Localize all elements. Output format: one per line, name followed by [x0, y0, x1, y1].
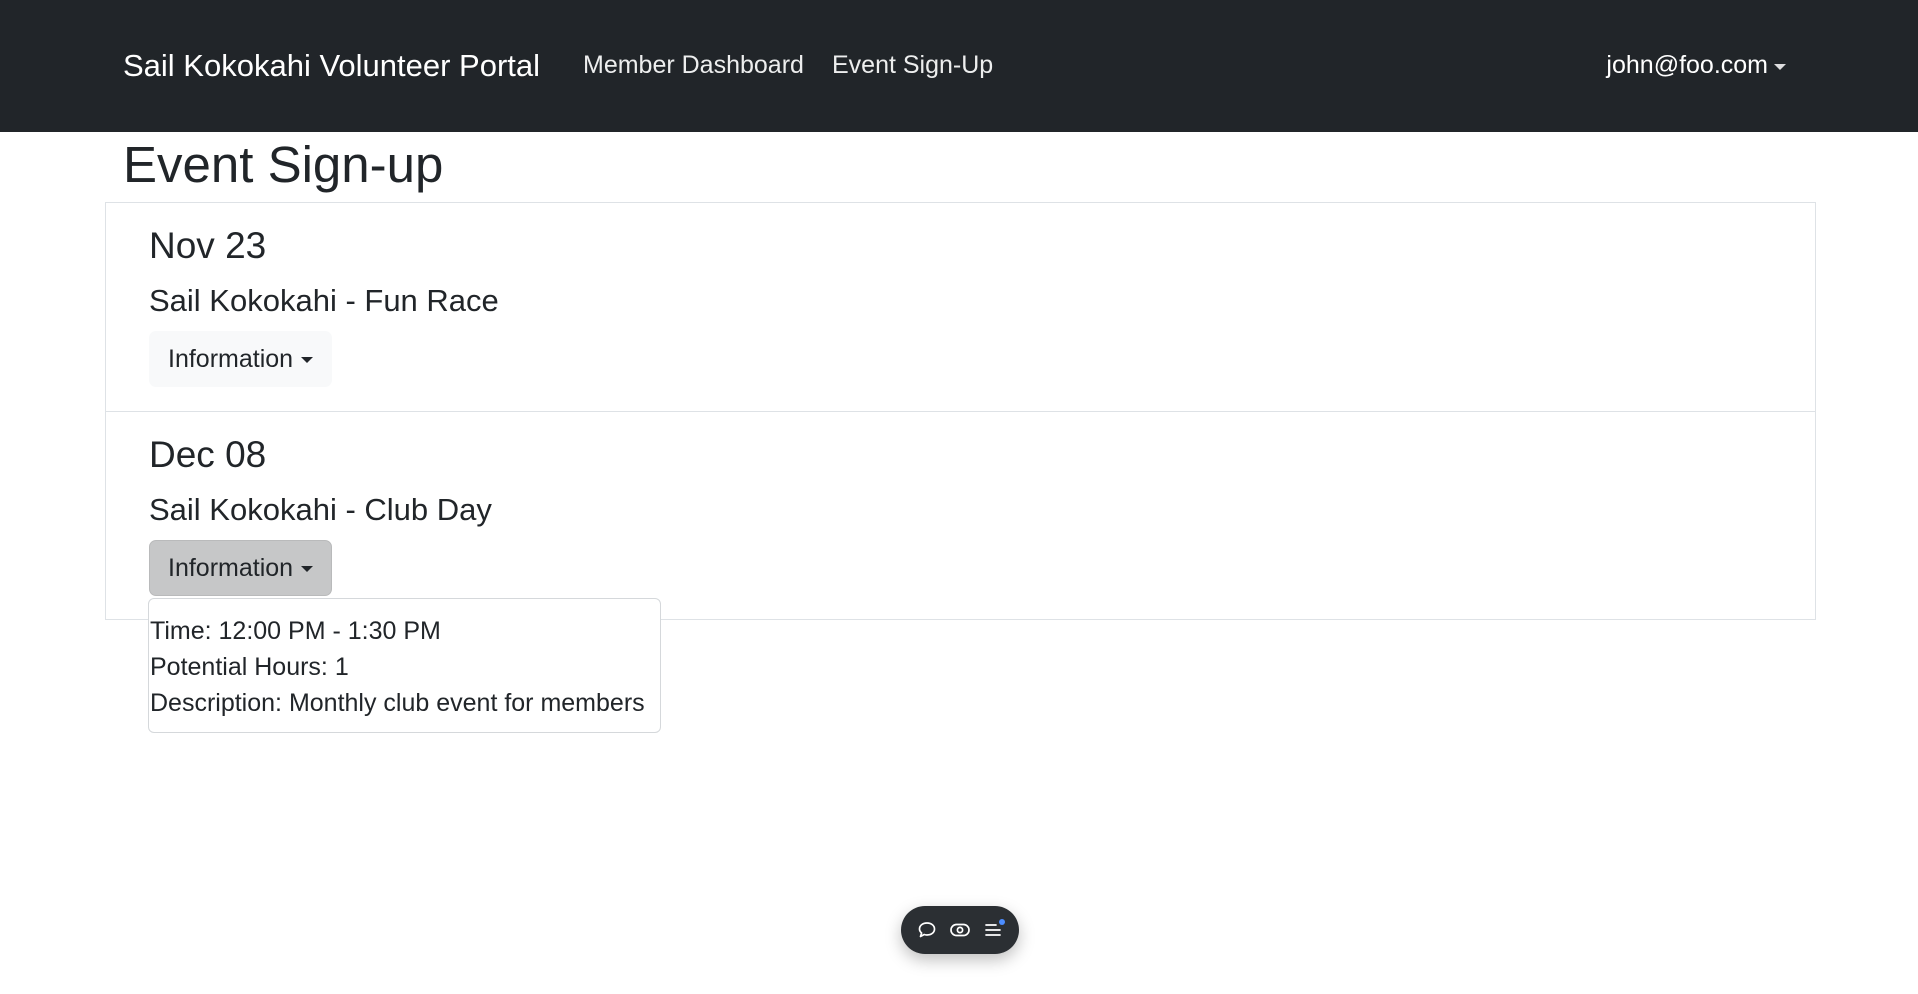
event-potential-hours: Potential Hours: 1 — [150, 653, 349, 681]
top-navbar: Sail Kokokahi Volunteer Portal Member Da… — [0, 0, 1918, 132]
event-card: Nov 23 Sail Kokokahi - Fun Race Informat… — [106, 203, 1815, 412]
information-dropdown-button[interactable]: Information — [149, 540, 333, 596]
notification-dot — [998, 919, 1005, 925]
nav-member-dashboard[interactable]: Member Dashboard — [583, 51, 804, 80]
chat-icon[interactable] — [914, 917, 940, 943]
page-title: Event Sign-up — [123, 136, 444, 193]
floating-toolbar — [901, 906, 1019, 954]
event-name: Sail Kokokahi - Club Day — [149, 492, 492, 527]
event-date: Nov 23 — [149, 225, 267, 266]
event-name: Sail Kokokahi - Fun Race — [149, 283, 499, 318]
event-card: Dec 08 Sail Kokokahi - Club Day Informat… — [106, 412, 1815, 621]
chevron-down-icon — [1774, 63, 1786, 70]
eye-icon[interactable] — [947, 917, 973, 943]
brand-link[interactable]: Sail Kokokahi Volunteer Portal — [123, 48, 540, 84]
event-description: Description: Monthly club event for memb… — [150, 689, 645, 717]
information-button-label: Information — [168, 553, 294, 582]
chevron-down-icon — [301, 357, 314, 363]
nav-event-signup[interactable]: Event Sign-Up — [832, 51, 993, 80]
information-button-label: Information — [168, 344, 294, 373]
chevron-down-icon — [301, 566, 314, 572]
user-menu-dropdown[interactable]: john@foo.com — [1606, 51, 1786, 80]
information-dropdown-button[interactable]: Information — [149, 331, 333, 387]
event-date: Dec 08 — [149, 434, 267, 475]
event-list: Nov 23 Sail Kokokahi - Fun Race Informat… — [105, 202, 1816, 620]
event-details-dropdown: Time: 12:00 PM - 1:30 PM Potential Hours… — [148, 598, 661, 733]
menu-icon[interactable] — [980, 917, 1006, 943]
user-email: john@foo.com — [1606, 51, 1768, 79]
event-time: Time: 12:00 PM - 1:30 PM — [150, 617, 441, 645]
